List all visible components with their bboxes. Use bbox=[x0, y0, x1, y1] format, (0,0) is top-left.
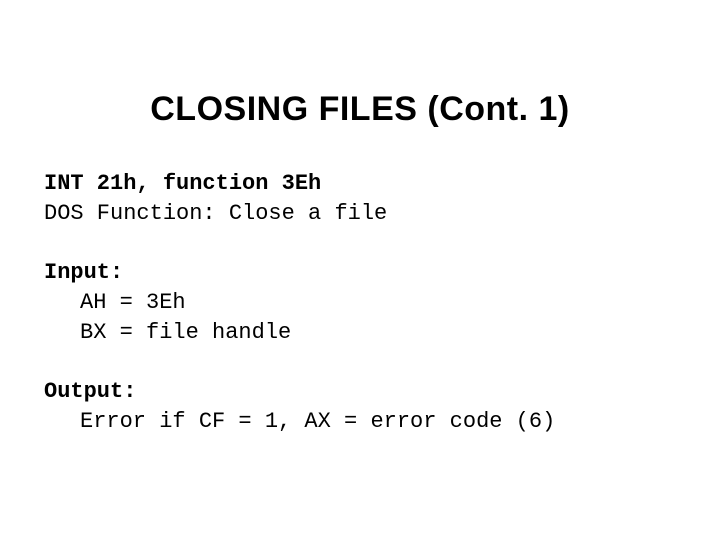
intro-block: INT 21h, function 3Eh DOS Function: Clos… bbox=[44, 169, 680, 228]
slide: CLOSING FILES (Cont. 1) INT 21h, functio… bbox=[0, 0, 720, 540]
intro-line-2: DOS Function: Close a file bbox=[44, 199, 680, 229]
slide-title: CLOSING FILES (Cont. 1) bbox=[40, 90, 680, 129]
input-label: Input: bbox=[44, 258, 680, 288]
intro-line-1: INT 21h, function 3Eh bbox=[44, 169, 680, 199]
input-block: Input: AH = 3Eh BX = file handle bbox=[44, 258, 680, 347]
input-line-1: AH = 3Eh bbox=[44, 288, 680, 318]
output-line-1: Error if CF = 1, AX = error code (6) bbox=[44, 407, 680, 437]
output-label: Output: bbox=[44, 377, 680, 407]
slide-body: INT 21h, function 3Eh DOS Function: Clos… bbox=[40, 169, 680, 437]
input-line-2: BX = file handle bbox=[44, 318, 680, 348]
output-block: Output: Error if CF = 1, AX = error code… bbox=[44, 377, 680, 436]
